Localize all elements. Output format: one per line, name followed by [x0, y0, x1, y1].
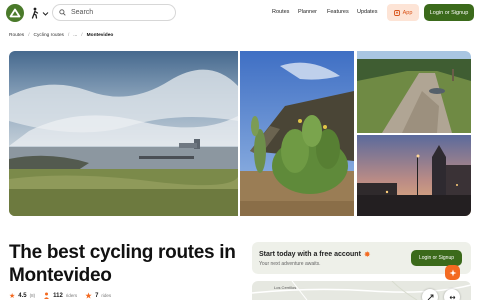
breadcrumb: Routes / Cycling routes / ... / Montevid… — [9, 33, 113, 38]
promo-title-text: Start today with a free account — [259, 251, 361, 258]
search-icon — [59, 9, 66, 16]
rides-icon — [85, 292, 92, 299]
nav-updates[interactable]: Updates — [357, 9, 378, 15]
signup-promo-card: Start today with a free account ✸ Your n… — [252, 242, 471, 274]
sparkle-icon: ✸ — [363, 250, 371, 259]
route-stats: ★ 4.5 (8) 112 riders 7 rides — [9, 291, 116, 300]
photo-dirt-road[interactable] — [357, 51, 471, 133]
arrows-icon — [449, 295, 455, 299]
promo-subtitle: Your next adventure awaits. — [259, 261, 321, 267]
app-button[interactable]: App — [387, 4, 419, 21]
breadcrumb-ellipsis[interactable]: ... — [73, 33, 77, 38]
logo-icon[interactable] — [6, 4, 24, 22]
search-input[interactable]: Search — [52, 4, 176, 21]
rides-label: rides — [101, 293, 112, 298]
promo-login-signup-button[interactable]: Login or Signup — [411, 250, 462, 266]
expand-icon — [427, 294, 433, 300]
map-expand-button[interactable] — [422, 289, 438, 300]
app-icon — [393, 9, 400, 16]
map-place-label: Los Cerrillos — [274, 285, 297, 290]
nav-planner[interactable]: Planner — [298, 9, 317, 15]
floating-action-button[interactable] — [445, 265, 460, 280]
riders-icon — [44, 292, 50, 299]
photo-coastline[interactable] — [9, 51, 238, 216]
map-fullscreen-button[interactable] — [444, 289, 460, 300]
promo-title: Start today with a free account ✸ — [259, 250, 371, 259]
riders-label: riders — [65, 293, 78, 298]
photo-cactus[interactable] — [240, 51, 354, 216]
photo-sunset[interactable] — [357, 135, 471, 216]
map-preview[interactable]: Los Cerrillos — [252, 281, 471, 300]
page-title: The best cycling routes in Montevideo — [9, 242, 236, 286]
search-placeholder: Search — [71, 9, 94, 16]
nav-routes[interactable]: Routes — [272, 9, 289, 15]
hiker-icon — [31, 7, 39, 19]
chevron-down-icon — [42, 11, 49, 16]
breadcrumb-cycling-routes[interactable]: Cycling routes — [34, 33, 64, 38]
rating-count: (8) — [29, 293, 36, 298]
star-icon: ★ — [9, 292, 16, 300]
login-signup-button[interactable]: Login or Signup — [424, 4, 474, 21]
header: Search Routes Planner Features Updates A… — [0, 0, 480, 26]
breadcrumb-separator: / — [67, 33, 70, 38]
breadcrumb-routes[interactable]: Routes — [9, 33, 24, 38]
breadcrumb-current: Montevideo — [86, 33, 114, 38]
breadcrumb-separator: / — [28, 33, 30, 38]
app-label: App — [402, 9, 413, 16]
sparkle-icon — [449, 269, 456, 276]
rating-value: 4.5 — [18, 292, 27, 299]
nav-features[interactable]: Features — [327, 9, 349, 15]
riders-count: 112 — [53, 292, 63, 299]
breadcrumb-separator: / — [81, 33, 83, 38]
sport-selector[interactable] — [30, 6, 52, 20]
rides-count: 7 — [95, 292, 99, 299]
